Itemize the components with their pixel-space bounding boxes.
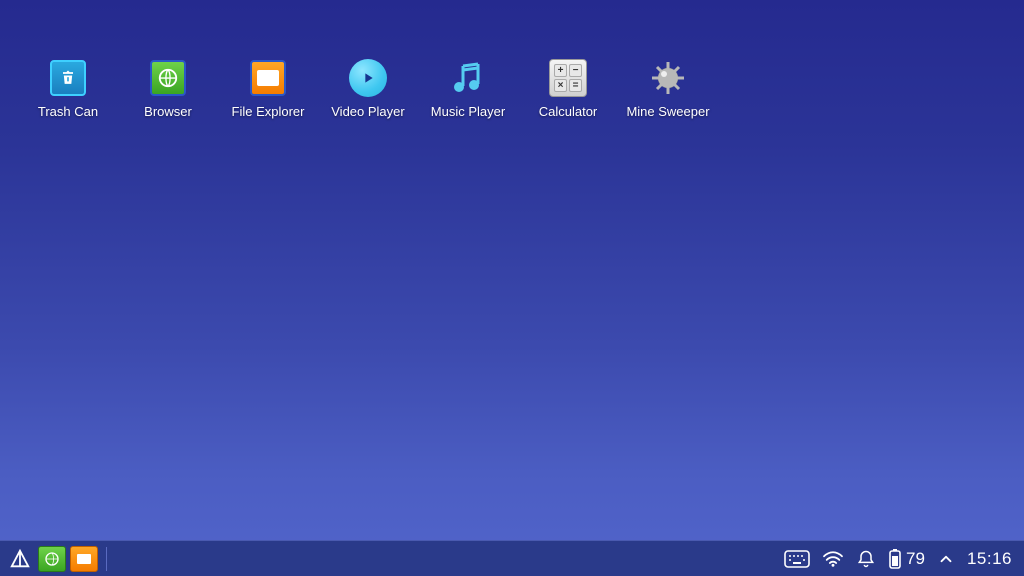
desktop-icon-label: File Explorer [232,104,305,119]
calculator-icon: +−×= [548,58,588,98]
tray-expand-icon[interactable] [937,550,955,568]
desktop-icon-label: Mine Sweeper [626,104,709,119]
mine-icon [648,58,688,98]
browser-icon [148,58,188,98]
desktop-icon-video-player[interactable]: Video Player [318,58,418,119]
desktop-icon-music-player[interactable]: Music Player [418,58,518,119]
battery-status[interactable]: 79 [888,548,925,570]
taskbar-file-explorer-button[interactable] [70,546,98,572]
desktop-icon-file-explorer[interactable]: File Explorer [218,58,318,119]
trash-icon [48,58,88,98]
desktop-icon-browser[interactable]: Browser [118,58,218,119]
battery-icon [888,548,902,570]
start-menu-button[interactable] [6,546,34,572]
desktop-icon-label: Browser [144,104,192,119]
taskbar: 79 15:16 [0,540,1024,576]
desktop-icon-label: Video Player [331,104,404,119]
desktop-icon-label: Trash Can [38,104,98,119]
notifications-icon[interactable] [856,549,876,569]
desktop-icon-label: Calculator [539,104,598,119]
taskbar-separator [106,547,107,571]
clock[interactable]: 15:16 [967,549,1018,569]
play-icon [348,58,388,98]
taskbar-left [6,546,111,572]
folder-icon [248,58,288,98]
desktop-icon-trash-can[interactable]: Trash Can [18,58,118,119]
battery-percent: 79 [906,549,925,569]
desktop-icon-calculator[interactable]: +−×= Calculator [518,58,618,119]
keyboard-icon[interactable] [784,550,810,568]
desktop-icon-label: Music Player [431,104,505,119]
desktop[interactable]: Trash Can Browser File Explorer Video Pl [0,0,1024,540]
desktop-icons-row: Trash Can Browser File Explorer Video Pl [18,58,1024,119]
taskbar-browser-button[interactable] [38,546,66,572]
music-note-icon [448,58,488,98]
wifi-icon[interactable] [822,550,844,568]
system-tray: 79 15:16 [784,548,1018,570]
desktop-icon-mine-sweeper[interactable]: Mine Sweeper [618,58,718,119]
